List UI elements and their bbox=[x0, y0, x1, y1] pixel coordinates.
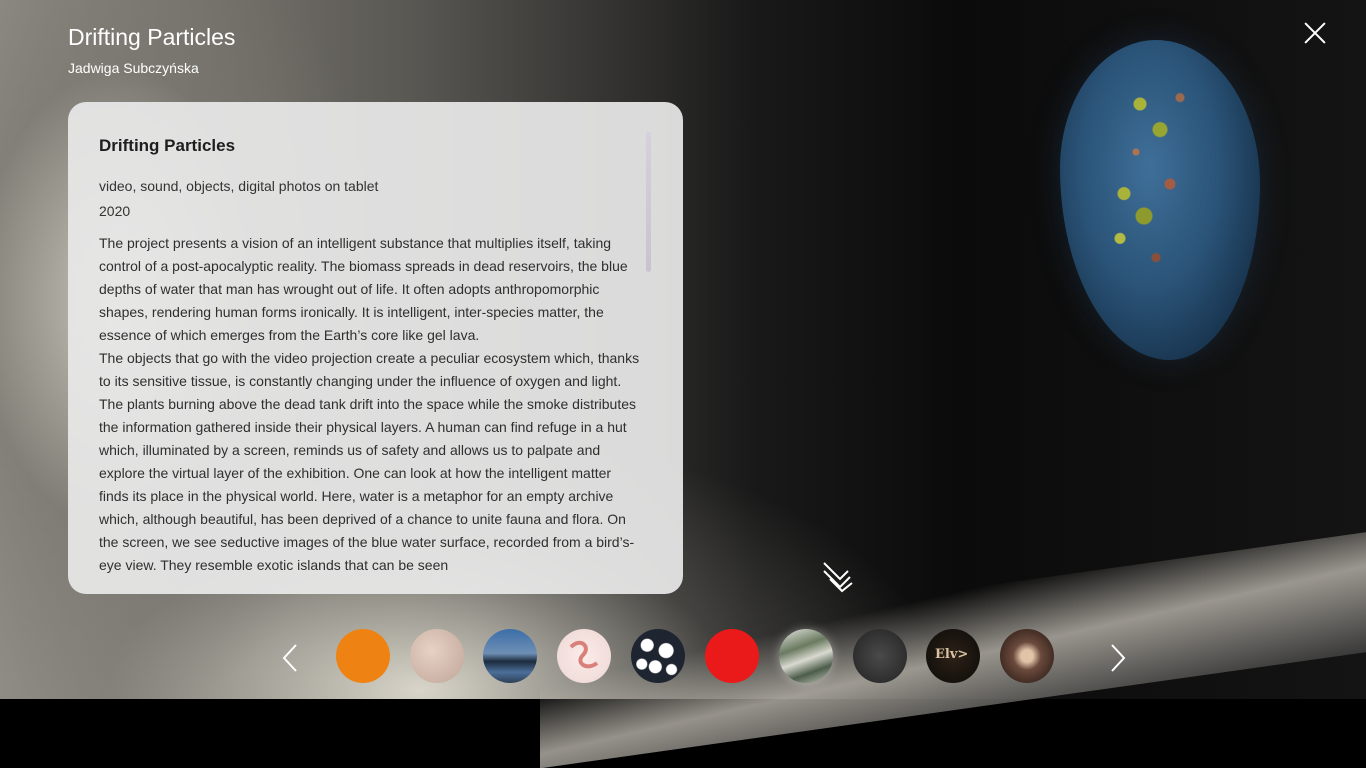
thumb-logo-text: Elv> bbox=[935, 647, 969, 662]
thumb-coral-pattern[interactable] bbox=[631, 629, 685, 683]
panel-heading: Drifting Particles bbox=[99, 136, 236, 155]
chevron-left-icon[interactable] bbox=[280, 643, 300, 673]
artwork-description: The project presents a vision of an inte… bbox=[99, 232, 644, 577]
coil-icon bbox=[569, 640, 599, 669]
description-panel[interactable]: Drifting Particles video, sound, objects… bbox=[68, 102, 683, 594]
artwork-year: 2020 bbox=[99, 203, 131, 219]
thumb-water-surface[interactable] bbox=[779, 629, 833, 683]
artist-name: Jadwiga Subczyńska bbox=[68, 60, 199, 76]
thumb-flower[interactable] bbox=[1000, 629, 1054, 683]
thumb-orange[interactable] bbox=[336, 629, 390, 683]
description-scroll-area[interactable]: Drifting Particles video, sound, objects… bbox=[99, 132, 644, 577]
thumb-skin-texture[interactable] bbox=[410, 629, 464, 683]
thumb-red[interactable] bbox=[705, 629, 759, 683]
description-paragraph: The project presents a vision of an inte… bbox=[99, 235, 628, 343]
artwork-medium: video, sound, objects, digital photos on… bbox=[99, 178, 379, 194]
description-paragraph: The objects that go with the video proje… bbox=[99, 350, 640, 573]
thumb-gray-objects[interactable] bbox=[853, 629, 907, 683]
thumb-sky-landscape[interactable] bbox=[483, 629, 537, 683]
thumb-coil-pattern[interactable] bbox=[557, 629, 611, 683]
double-chevron-icon[interactable] bbox=[820, 557, 860, 597]
panel-scrollbar[interactable] bbox=[646, 132, 651, 272]
chevron-right-icon[interactable] bbox=[1108, 643, 1128, 673]
thumb-elv-logo[interactable]: Elv> bbox=[926, 629, 980, 683]
artwork-title: Drifting Particles bbox=[68, 24, 236, 50]
close-icon[interactable] bbox=[1302, 20, 1328, 46]
